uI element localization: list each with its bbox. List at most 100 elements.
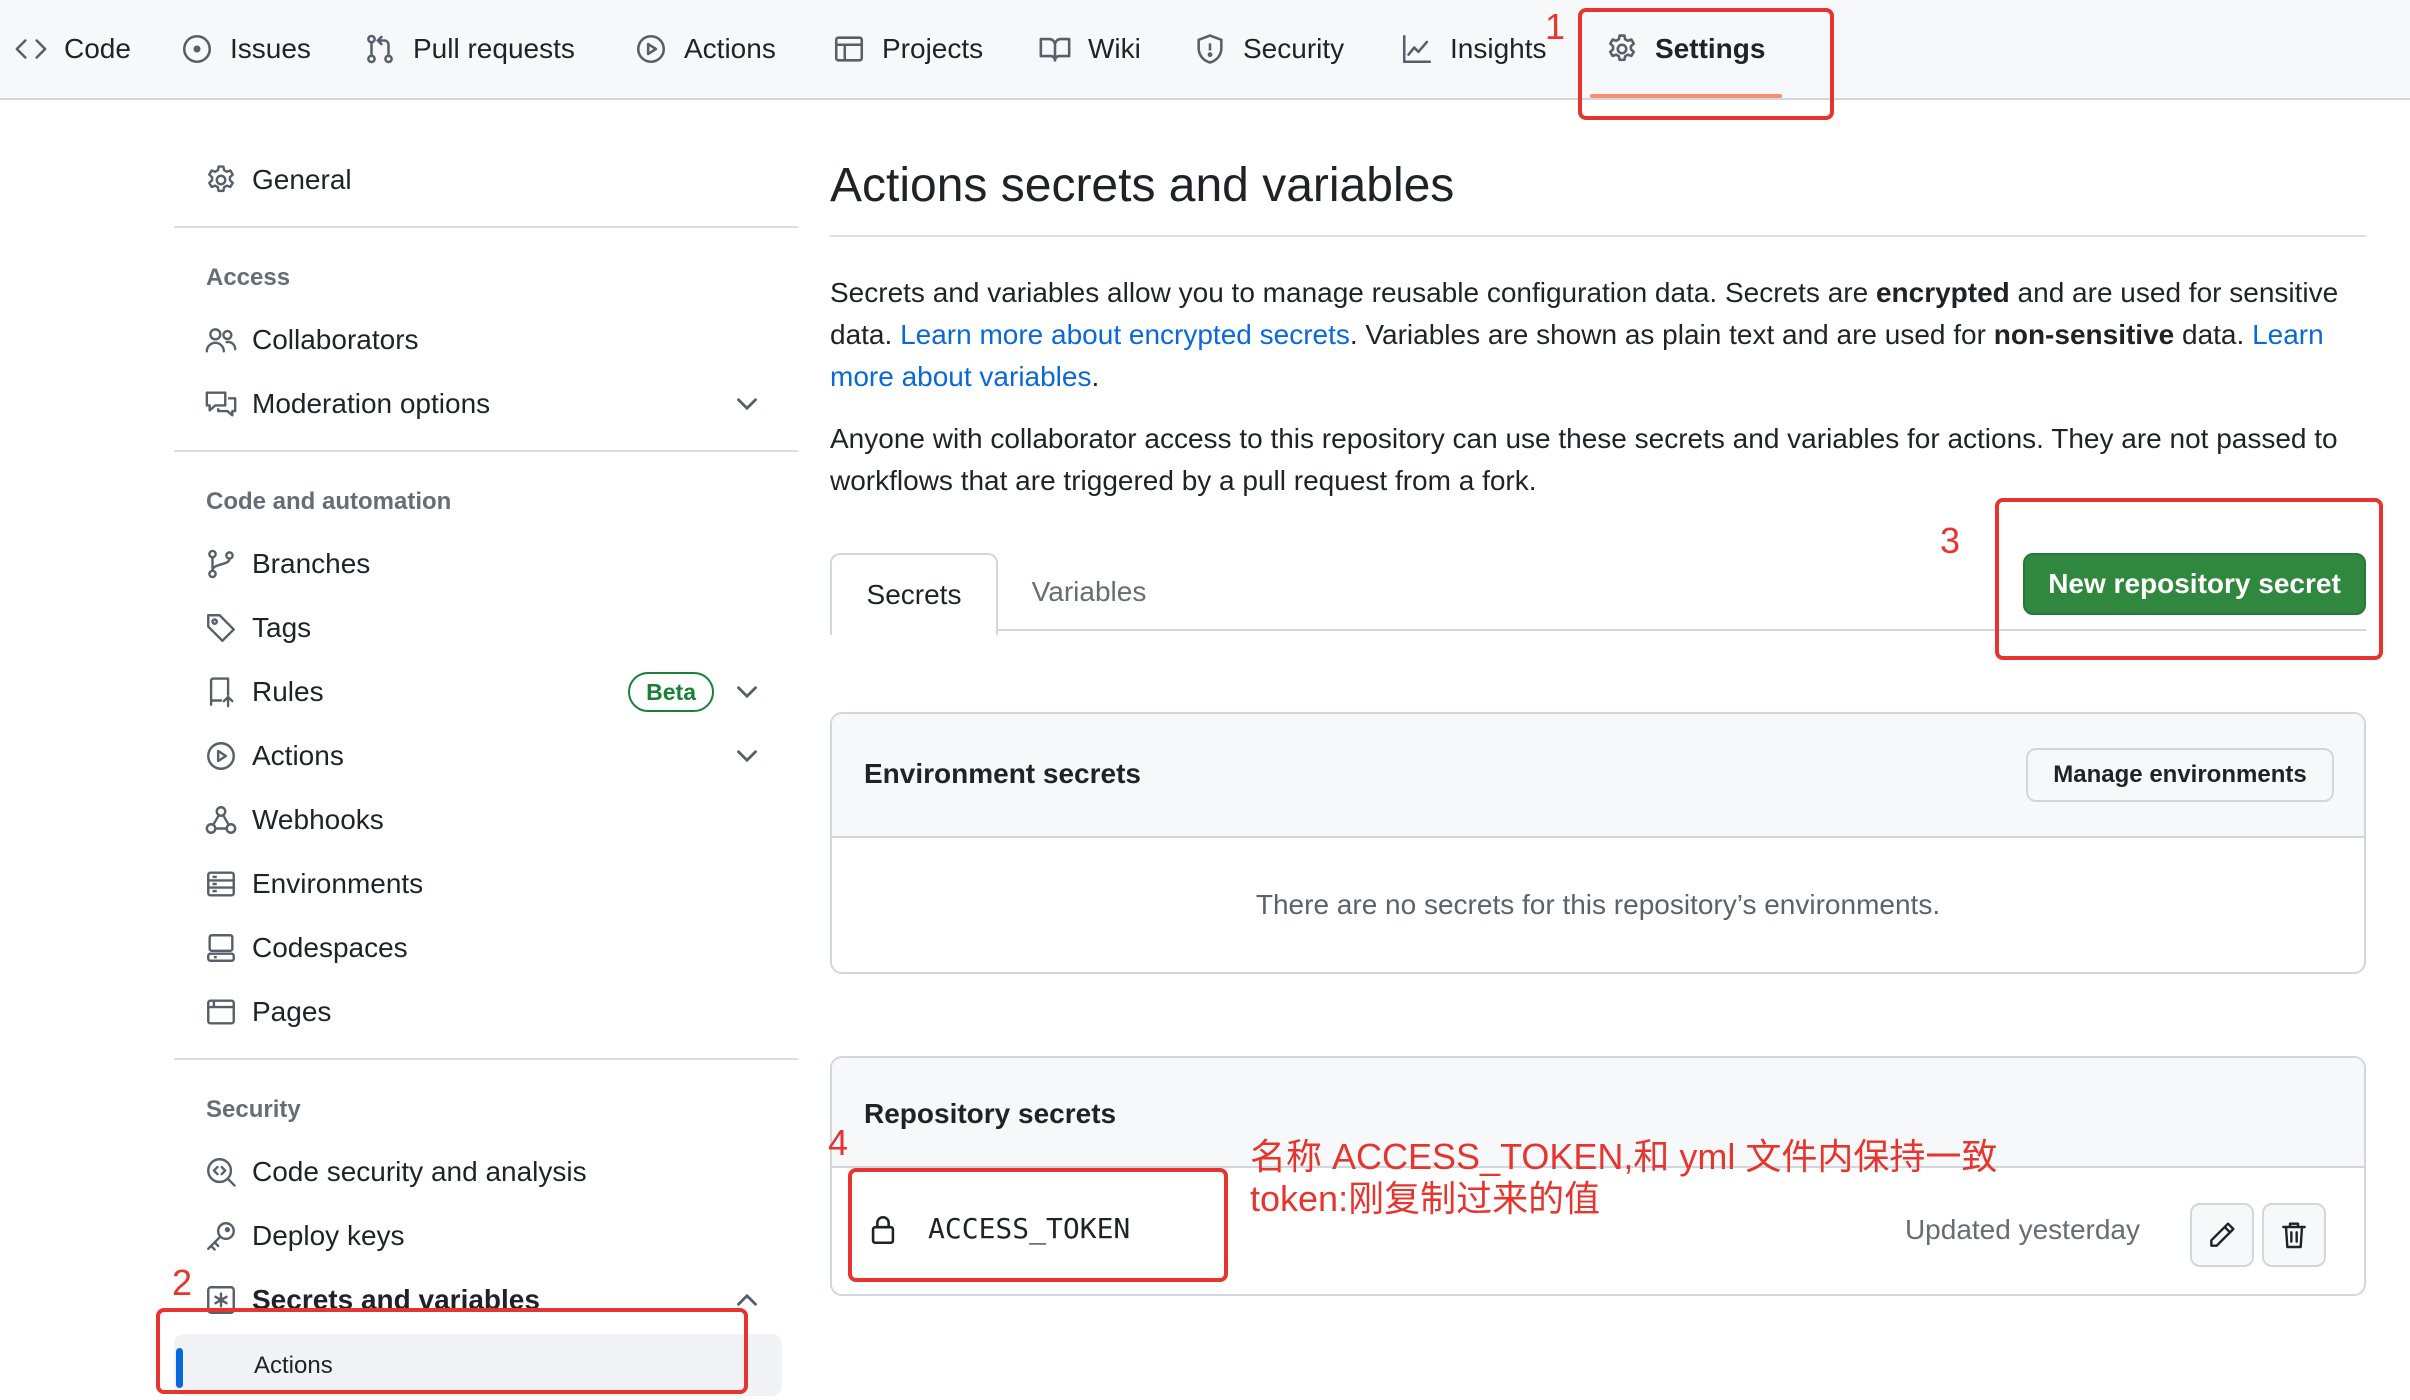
environment-secrets-panel: Environment secrets Manage environments …	[830, 712, 2366, 974]
sidebar-item-deploy-keys[interactable]: Deploy keys	[204, 1208, 764, 1264]
manage-environments-button[interactable]: Manage environments	[2026, 748, 2334, 802]
sidebar-divider	[174, 226, 798, 228]
learn-more-secrets-link[interactable]: Learn more about encrypted secrets	[900, 319, 1350, 350]
tab-wiki-label: Wiki	[1088, 33, 1141, 64]
annotation-note: 名称 ACCESS_TOKEN,和 yml 文件内保持一致 token:刚复制过…	[1250, 1136, 1997, 1220]
sidebar-item-tags[interactable]: Tags	[204, 600, 764, 656]
sidebar-item-environments-label: Environments	[252, 868, 424, 899]
sidebar-item-general-label: General	[252, 164, 352, 195]
annotation-number: 4	[828, 1122, 849, 1163]
graph-icon	[1400, 32, 1434, 66]
tag-icon	[204, 611, 238, 645]
intro-text: .	[1091, 361, 1100, 392]
tab-code[interactable]: Code	[14, 0, 131, 98]
server-icon	[204, 867, 238, 901]
tab-issues-label: Issues	[230, 33, 311, 64]
tab-security[interactable]: Security	[1193, 0, 1344, 98]
tab-insights[interactable]: Insights	[1400, 0, 1547, 98]
environment-secrets-empty-message: There are no secrets for this repository…	[1255, 889, 1941, 920]
sidebar-divider	[174, 450, 798, 452]
tab-actions[interactable]: Actions	[634, 0, 776, 98]
issue-opened-icon	[180, 32, 214, 66]
intro-paragraph: Secrets and variables allow you to manag…	[830, 272, 2366, 398]
sidebar-item-general[interactable]: General	[204, 152, 764, 208]
tab-pull-requests-label: Pull requests	[413, 33, 575, 64]
browser-icon	[204, 995, 238, 1029]
sidebar-item-actions[interactable]: Actions	[204, 728, 764, 784]
annotation-note-line: token:刚复制过来的值	[1250, 1178, 1601, 1219]
play-icon	[634, 32, 668, 66]
chevron-down-icon[interactable]	[730, 387, 764, 421]
codescan-icon	[204, 1155, 238, 1189]
sidebar-item-collaborators[interactable]: Collaborators	[204, 312, 764, 368]
delete-secret-button[interactable]	[2262, 1203, 2326, 1267]
intro-text: data.	[2174, 319, 2253, 350]
sidebar-item-rules-label: Rules	[252, 676, 324, 707]
sidebar-item-webhooks-label: Webhooks	[252, 804, 384, 835]
sidebar-item-deploy-keys-label: Deploy keys	[252, 1220, 405, 1251]
sidebar-item-moderation-label: Moderation options	[252, 388, 491, 419]
tab-actions-label: Actions	[684, 33, 776, 64]
page-title: Actions secrets and variables	[830, 159, 1455, 212]
webhook-icon	[204, 803, 238, 837]
sidebar-divider	[174, 1058, 798, 1060]
intro-emphasis: encrypted	[1875, 277, 2010, 308]
repo-nav-bar: Code Issues Pull requests Actions Projec…	[0, 0, 2410, 100]
sidebar-item-branches[interactable]: Branches	[204, 536, 764, 592]
environment-secrets-title: Environment secrets	[864, 758, 1141, 789]
tab-projects[interactable]: Projects	[832, 0, 983, 98]
intro-emphasis: non-sensitive	[1993, 319, 2175, 350]
tab-security-label: Security	[1243, 33, 1345, 64]
play-icon	[204, 739, 238, 773]
edit-secret-button[interactable]	[2190, 1203, 2254, 1267]
sidebar-section-access: Access	[206, 264, 291, 291]
tab-projects-label: Projects	[882, 33, 984, 64]
tab-wiki[interactable]: Wiki	[1038, 0, 1141, 98]
annotation-number: 2	[172, 1262, 193, 1303]
codespaces-icon	[204, 931, 238, 965]
sidebar-item-branches-label: Branches	[252, 548, 371, 579]
sidebar-item-tags-label: Tags	[252, 612, 312, 643]
git-branch-icon	[204, 547, 238, 581]
annotation-box-access-token	[848, 1168, 1228, 1282]
git-pull-request-icon	[363, 32, 397, 66]
title-divider	[830, 235, 2366, 237]
pencil-icon	[2210, 1222, 2235, 1247]
chevron-down-icon[interactable]	[730, 739, 764, 773]
sidebar-section-code-automation: Code and automation	[206, 488, 452, 515]
tab-issues[interactable]: Issues	[180, 0, 311, 98]
annotation-box-actions-subitem	[156, 1308, 748, 1394]
table-icon	[832, 32, 866, 66]
tab-code-label: Code	[64, 33, 131, 64]
sidebar-item-rules[interactable]: Rules Beta	[204, 664, 764, 720]
shield-icon	[1193, 32, 1227, 66]
annotation-note-line: 名称 ACCESS_TOKEN,和 yml 文件内保持一致	[1250, 1136, 1998, 1177]
trash-icon	[2282, 1222, 2306, 1249]
sidebar-item-pages[interactable]: Pages	[204, 984, 764, 1040]
annotation-box-settings	[1578, 8, 1834, 120]
settings-sidebar: General Access Collaborators Moderation …	[174, 98, 798, 1400]
book-icon	[1038, 32, 1072, 66]
environment-secrets-header: Environment secrets Manage environments	[832, 714, 2364, 838]
repository-secrets-title: Repository secrets	[864, 1098, 1117, 1129]
annotation-number: 3	[1940, 520, 1961, 561]
sidebar-item-code-security[interactable]: Code security and analysis	[204, 1144, 764, 1200]
intro-text: Secrets and variables allow you to manag…	[830, 277, 1876, 308]
chevron-down-icon[interactable]	[730, 675, 764, 709]
sidebar-item-environments[interactable]: Environments	[204, 856, 764, 912]
sidebar-item-pages-label: Pages	[252, 996, 332, 1027]
tab-insights-label: Insights	[1450, 33, 1547, 64]
tab-pull-requests[interactable]: Pull requests	[363, 0, 575, 98]
sidebar-item-actions-label: Actions	[252, 740, 344, 771]
annotation-box-new-secret	[1995, 498, 2383, 660]
sidebar-item-moderation[interactable]: Moderation options	[204, 376, 764, 432]
people-icon	[204, 323, 238, 357]
sidebar-item-codespaces-label: Codespaces	[252, 932, 408, 963]
beta-badge: Beta	[628, 672, 714, 712]
sidebar-item-codespaces[interactable]: Codespaces	[204, 920, 764, 976]
tab-variables[interactable]: Variables	[1024, 553, 1154, 631]
annotation-number: 1	[1545, 6, 1566, 47]
tab-secrets[interactable]: Secrets	[830, 553, 998, 635]
comment-discussion-icon	[204, 387, 238, 421]
sidebar-item-webhooks[interactable]: Webhooks	[204, 792, 764, 848]
